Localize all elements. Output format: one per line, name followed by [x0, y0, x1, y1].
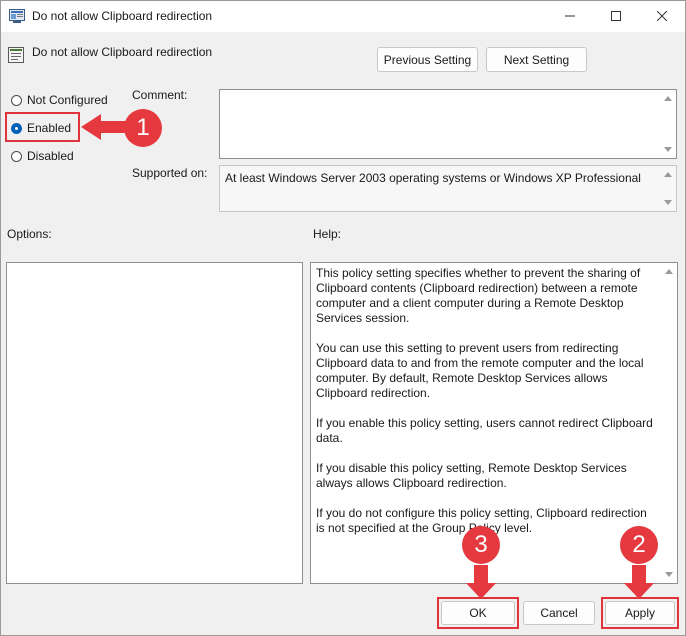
scroll-down-icon[interactable] — [664, 147, 672, 152]
cancel-button[interactable]: Cancel — [523, 601, 595, 625]
supported-on-field: At least Windows Server 2003 operating s… — [219, 165, 677, 212]
enabled-highlight-box — [5, 112, 80, 142]
help-label: Help: — [313, 227, 342, 241]
scroll-up-icon[interactable] — [665, 269, 673, 274]
scroll-up-icon[interactable] — [664, 172, 672, 177]
scroll-down-icon[interactable] — [664, 200, 672, 205]
apply-highlight-box — [601, 597, 679, 629]
help-paragraph: You can use this setting to prevent user… — [316, 341, 644, 400]
radio-label-disabled: Disabled — [27, 149, 74, 163]
scroll-up-icon[interactable] — [664, 96, 672, 101]
options-label: Options: — [7, 227, 52, 241]
maximize-icon — [611, 10, 621, 24]
step-badge-1: 1 — [124, 109, 162, 147]
policy-title: Do not allow Clipboard redirection — [32, 45, 213, 59]
help-scrollbar[interactable] — [662, 263, 677, 583]
supported-on-label: Supported on: — [132, 166, 208, 180]
policy-setting-icon — [7, 46, 25, 64]
help-paragraph: This policy setting specifies whether to… — [316, 266, 641, 325]
minimize-button[interactable] — [547, 1, 593, 32]
options-panel — [6, 262, 303, 584]
supported-scrollbar[interactable] — [661, 166, 676, 211]
policy-dialog: Do not allow Clipboard redirection Do no… — [0, 0, 686, 636]
group-policy-icon — [9, 9, 25, 23]
close-icon — [656, 10, 668, 24]
radio-disabled[interactable]: Disabled — [11, 148, 74, 164]
help-paragraph: If you disable this policy setting, Remo… — [316, 461, 627, 490]
help-text: This policy setting specifies whether to… — [316, 266, 656, 551]
next-setting-button[interactable]: Next Setting — [486, 47, 587, 72]
radio-label-not-configured: Not Configured — [27, 93, 108, 107]
arrow-down-icon — [466, 565, 496, 599]
comment-label: Comment: — [132, 88, 188, 102]
scroll-down-icon[interactable] — [665, 572, 673, 577]
maximize-button[interactable] — [593, 1, 639, 32]
radio-button-not-configured[interactable] — [11, 94, 22, 106]
comment-scrollbar[interactable] — [661, 90, 676, 158]
close-button[interactable] — [639, 1, 685, 32]
title-bar: Do not allow Clipboard redirection — [1, 1, 685, 32]
help-paragraph: If you enable this policy setting, users… — [316, 416, 653, 445]
supported-on-value: At least Windows Server 2003 operating s… — [225, 171, 641, 185]
comment-field[interactable] — [219, 89, 677, 159]
radio-button-disabled[interactable] — [11, 150, 22, 162]
radio-not-configured[interactable]: Not Configured — [11, 92, 108, 108]
ok-highlight-box — [437, 597, 519, 629]
step-badge-2: 2 — [620, 526, 658, 564]
arrow-down-icon — [624, 565, 654, 599]
window-title: Do not allow Clipboard redirection — [32, 9, 213, 23]
minimize-icon — [565, 10, 575, 24]
step-badge-3: 3 — [462, 526, 500, 564]
previous-setting-button[interactable]: Previous Setting — [377, 47, 478, 72]
